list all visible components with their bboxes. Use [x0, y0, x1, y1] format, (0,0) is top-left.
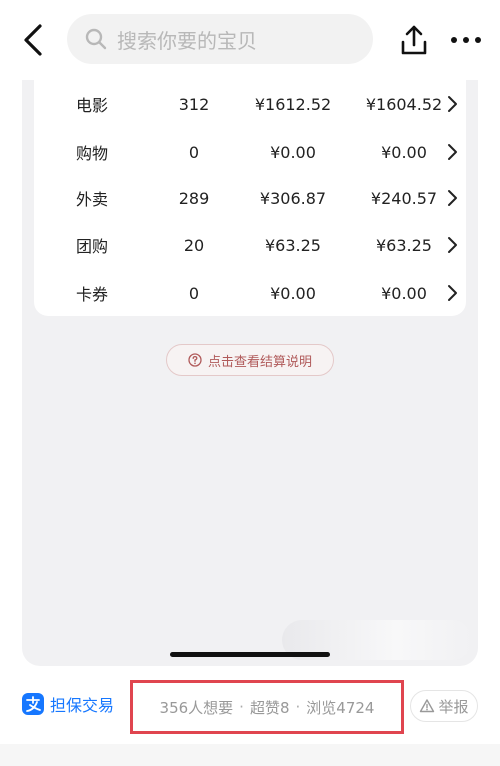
row-count: 0 [188, 283, 200, 303]
item-stats-highlight: 356人想要 · 超赞8 · 浏览4724 [130, 680, 404, 734]
back-button[interactable] [20, 22, 50, 58]
row-amount: ¥63.25 [265, 235, 321, 255]
separator: · [239, 698, 244, 716]
report-label: 举报 [438, 697, 469, 716]
row-settled-amount: ¥63.25 [376, 235, 432, 255]
alipay-icon [22, 693, 44, 715]
chevron-right-icon [448, 96, 457, 112]
settlement-panel: 电影 312 ¥1612.52 ¥1604.52 购物 0 ¥0.00 ¥0.0… [22, 80, 478, 666]
row-category: 购物 [76, 144, 109, 163]
table-row[interactable]: 外卖 289 ¥306.87 ¥240.57 [34, 174, 466, 222]
more-dots-icon [451, 37, 481, 43]
row-settled-amount: ¥0.00 [381, 142, 427, 162]
separator: · [295, 698, 301, 716]
chevron-right-icon [448, 190, 457, 206]
item-footer-bar: 担保交易 356人想要 · 超赞8 · 浏览4724 举报 [0, 666, 500, 766]
row-category: 卡券 [76, 285, 109, 304]
table-row[interactable]: 购物 0 ¥0.00 ¥0.00 [34, 128, 466, 176]
table-row[interactable]: 电影 312 ¥1612.52 ¥1604.52 [34, 80, 466, 128]
row-amount: ¥1612.52 [254, 94, 332, 114]
report-button[interactable]: 举报 [410, 690, 478, 722]
more-button[interactable] [446, 28, 486, 52]
wants-count: 356人想要 [159, 698, 234, 717]
row-count: 289 [178, 188, 210, 208]
row-settled-amount: ¥1604.52 [365, 94, 443, 114]
escrow-trade-badge[interactable]: 担保交易 [22, 692, 114, 716]
explanation-link-label: 点击查看结算说明 [207, 354, 312, 370]
chevron-right-icon [448, 237, 457, 253]
row-amount: ¥0.00 [270, 283, 316, 303]
chevron-left-icon [24, 24, 42, 56]
row-amount: ¥0.00 [270, 142, 316, 162]
row-count: 0 [188, 142, 200, 162]
search-input[interactable]: 搜索你要的宝贝 [67, 14, 373, 64]
table-row[interactable]: 卡券 0 ¥0.00 ¥0.00 [34, 269, 466, 317]
row-count: 20 [183, 235, 205, 255]
row-amount: ¥306.87 [259, 188, 327, 208]
chevron-right-icon [448, 285, 457, 301]
row-settled-amount: ¥240.57 [370, 188, 438, 208]
row-category: 外卖 [76, 190, 109, 209]
home-indicator [170, 652, 330, 657]
settlement-table: 电影 312 ¥1612.52 ¥1604.52 购物 0 ¥0.00 ¥0.0… [34, 80, 466, 316]
row-category: 团购 [76, 237, 109, 256]
share-button[interactable] [398, 22, 430, 58]
search-icon [85, 28, 107, 50]
table-row[interactable]: 团购 20 ¥63.25 ¥63.25 [34, 221, 466, 269]
escrow-label: 担保交易 [50, 696, 115, 715]
question-circle-icon [188, 353, 202, 367]
warning-icon [420, 699, 435, 713]
likes-count: 超赞8 [249, 698, 290, 717]
top-navigation-bar: 搜索你要的宝贝 [0, 0, 500, 80]
search-placeholder: 搜索你要的宝贝 [117, 28, 257, 53]
views-count: 浏览4724 [306, 698, 375, 717]
row-settled-amount: ¥0.00 [381, 283, 427, 303]
bottom-strip [0, 744, 500, 766]
share-icon [401, 25, 427, 55]
chevron-right-icon [448, 144, 457, 160]
row-category: 电影 [76, 96, 109, 115]
settlement-explanation-button[interactable]: 点击查看结算说明 [166, 344, 334, 376]
row-count: 312 [178, 94, 210, 114]
